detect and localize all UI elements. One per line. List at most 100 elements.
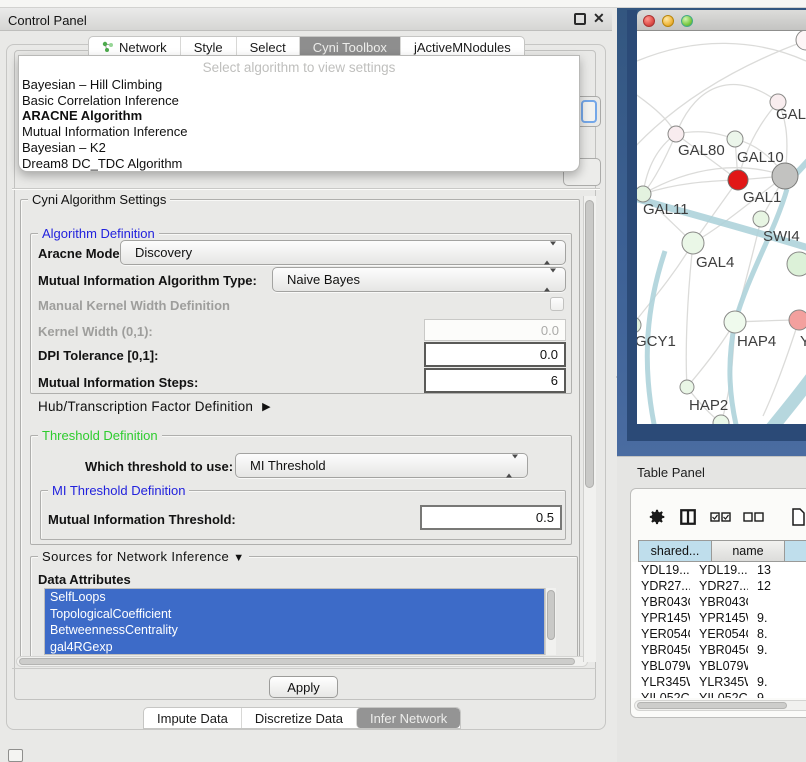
- attribute-item[interactable]: TopologicalCoefficient: [45, 606, 544, 623]
- cell-name: YBL079W: [690, 658, 748, 674]
- cell-shared-name: YBL079W: [632, 658, 690, 674]
- tab-discretize-data[interactable]: Discretize Data: [241, 708, 356, 728]
- dropdown-item[interactable]: Basic Correlation Inference: [19, 93, 579, 109]
- select-all-icon[interactable]: [710, 508, 732, 526]
- which-threshold-label: Which threshold to use:: [85, 459, 233, 474]
- node-gal4[interactable]: [682, 232, 704, 254]
- node-gal80[interactable]: [668, 126, 684, 142]
- control-panel-title: Control Panel: [8, 13, 87, 28]
- attributes-scroll-thumb[interactable]: [547, 590, 555, 640]
- node-salmon[interactable]: [789, 310, 806, 330]
- attribute-item[interactable]: BetweennessCentrality: [45, 622, 544, 639]
- aracne-mode-label: Aracne Mode:: [38, 246, 124, 261]
- node-hap4[interactable]: [724, 311, 746, 333]
- settings-hscroll-thumb[interactable]: [19, 658, 575, 665]
- node-swi4[interactable]: [753, 211, 769, 227]
- column-header-shared-name[interactable]: shared...: [638, 540, 712, 562]
- cell-shared-name: YBR045C: [632, 642, 690, 658]
- cyni-bottom-tabbar: Impute Data Discretize Data Infer Networ…: [143, 707, 461, 729]
- table-row[interactable]: YER054C YER054C 8.: [632, 626, 806, 642]
- node-gal1-selected[interactable]: [728, 170, 748, 190]
- minimized-panel-icon[interactable]: [8, 749, 23, 762]
- tab-infer-network[interactable]: Infer Network: [356, 708, 460, 728]
- attributes-vertical-scrollbar[interactable]: [545, 588, 556, 655]
- node-label-gal10: GAL10: [737, 149, 784, 166]
- expanded-arrow-icon: ▼: [233, 552, 244, 564]
- minimize-window-icon[interactable]: [662, 15, 674, 27]
- node-gray[interactable]: [772, 163, 798, 189]
- table-row[interactable]: YBR043C YBR043C: [632, 594, 806, 610]
- hub-definition-toggle[interactable]: Hub/Transcription Factor Definition ▶: [38, 399, 271, 414]
- settings-vertical-scrollbar[interactable]: [583, 196, 596, 662]
- dropdown-item[interactable]: Bayesian – K2: [19, 140, 579, 156]
- node-partial-top[interactable]: [796, 31, 806, 50]
- dropdown-item[interactable]: Dream8 DC_TDC Algorithm: [19, 156, 579, 172]
- cell-value: [748, 658, 806, 674]
- table-row[interactable]: YDL19... YDL19... 13: [632, 562, 806, 578]
- table-hscroll-thumb[interactable]: [637, 702, 787, 709]
- close-window-icon[interactable]: [643, 15, 655, 27]
- mi-threshold-field[interactable]: 0.5: [420, 505, 562, 530]
- dpi-tolerance-value: 0.0: [540, 347, 558, 362]
- table-row[interactable]: YDR27... YDR27... 12: [632, 578, 806, 594]
- which-threshold-combo[interactable]: MI Threshold: [235, 453, 528, 478]
- network-canvas[interactable]: GAL GAL80 GAL10 GAL1 GAL11 SWI4 GAL4 GCY…: [637, 31, 806, 424]
- attribute-item[interactable]: gal4RGexp: [45, 639, 544, 656]
- dropdown-item[interactable]: Mutual Information Inference: [19, 124, 579, 140]
- node-label-gal-partial: GAL: [776, 106, 806, 123]
- node-gal10[interactable]: [727, 131, 743, 147]
- cell-shared-name: YIL052C: [632, 690, 690, 698]
- tab-discretize-data-label: Discretize Data: [255, 711, 343, 726]
- node-partial-bottom[interactable]: [713, 415, 729, 424]
- dropdown-item[interactable]: ARACNE Algorithm: [19, 108, 579, 124]
- table-horizontal-scrollbar[interactable]: [634, 700, 806, 711]
- tab-jactivemnodules[interactable]: jActiveMNodules: [400, 37, 524, 57]
- tab-network[interactable]: Network: [89, 37, 180, 57]
- tab-select[interactable]: Select: [236, 37, 299, 57]
- cell-shared-name: YLR345W: [632, 674, 690, 690]
- cell-name: YPR145W: [690, 610, 748, 626]
- cell-shared-name: YDR27...: [632, 578, 690, 594]
- float-panel-icon[interactable]: [574, 13, 586, 25]
- deselect-all-icon[interactable]: [743, 508, 765, 526]
- mi-type-combo[interactable]: Naive Bayes: [272, 267, 566, 292]
- apply-button[interactable]: Apply: [269, 676, 338, 698]
- attribute-item[interactable]: SelfLoops: [45, 589, 544, 606]
- columns-icon[interactable]: [679, 508, 697, 526]
- cell-value: [748, 594, 806, 610]
- close-panel-icon[interactable]: ✕: [593, 10, 605, 27]
- tab-style[interactable]: Style: [180, 37, 236, 57]
- tab-cyni-toolbox[interactable]: Cyni Toolbox: [299, 37, 400, 57]
- dropdown-item[interactable]: Bayesian – Hill Climbing: [19, 77, 579, 93]
- kernel-width-field[interactable]: 0.0: [424, 319, 566, 341]
- mi-threshold-group-title: MI Threshold Definition: [48, 483, 189, 498]
- mi-steps-field[interactable]: 6: [424, 368, 566, 393]
- gear-icon[interactable]: [648, 508, 666, 526]
- manual-kernel-checkbox[interactable]: [550, 297, 564, 311]
- settings-horizontal-scrollbar[interactable]: [16, 656, 588, 667]
- settings-scroll-thumb[interactable]: [585, 200, 594, 488]
- mi-steps-label: Mutual Information Steps:: [38, 375, 198, 390]
- manual-kernel-label: Manual Kernel Width Definition: [38, 298, 230, 313]
- tab-impute-data[interactable]: Impute Data: [144, 708, 241, 728]
- dpi-tolerance-field[interactable]: 0.0: [424, 342, 566, 367]
- node-hap2[interactable]: [680, 380, 694, 394]
- tab-network-label: Network: [119, 40, 167, 55]
- node-gcy1[interactable]: [637, 317, 641, 333]
- table-row[interactable]: YIL052C YIL052C 9: [632, 690, 806, 698]
- network-window-titlebar[interactable]: [637, 10, 806, 31]
- node-gal11[interactable]: [637, 186, 651, 202]
- column-header-partial[interactable]: A: [784, 540, 806, 562]
- sources-group-title[interactable]: Sources for Network Inference ▼: [38, 549, 249, 564]
- node-partial-right[interactable]: [787, 252, 806, 276]
- aracne-mode-combo[interactable]: Discovery: [120, 240, 566, 265]
- file-icon[interactable]: [788, 508, 806, 526]
- table-row[interactable]: YPR145W YPR145W 9.: [632, 610, 806, 626]
- table-row[interactable]: YLR345W YLR345W 9.: [632, 674, 806, 690]
- table-row[interactable]: YBR045C YBR045C 9.: [632, 642, 806, 658]
- column-header-name[interactable]: name: [711, 540, 785, 562]
- zoom-window-icon[interactable]: [681, 15, 693, 27]
- data-attributes-list: SelfLoopsTopologicalCoefficientBetweenne…: [44, 588, 545, 655]
- cell-shared-name: YER054C: [632, 626, 690, 642]
- table-row[interactable]: YBL079W YBL079W: [632, 658, 806, 674]
